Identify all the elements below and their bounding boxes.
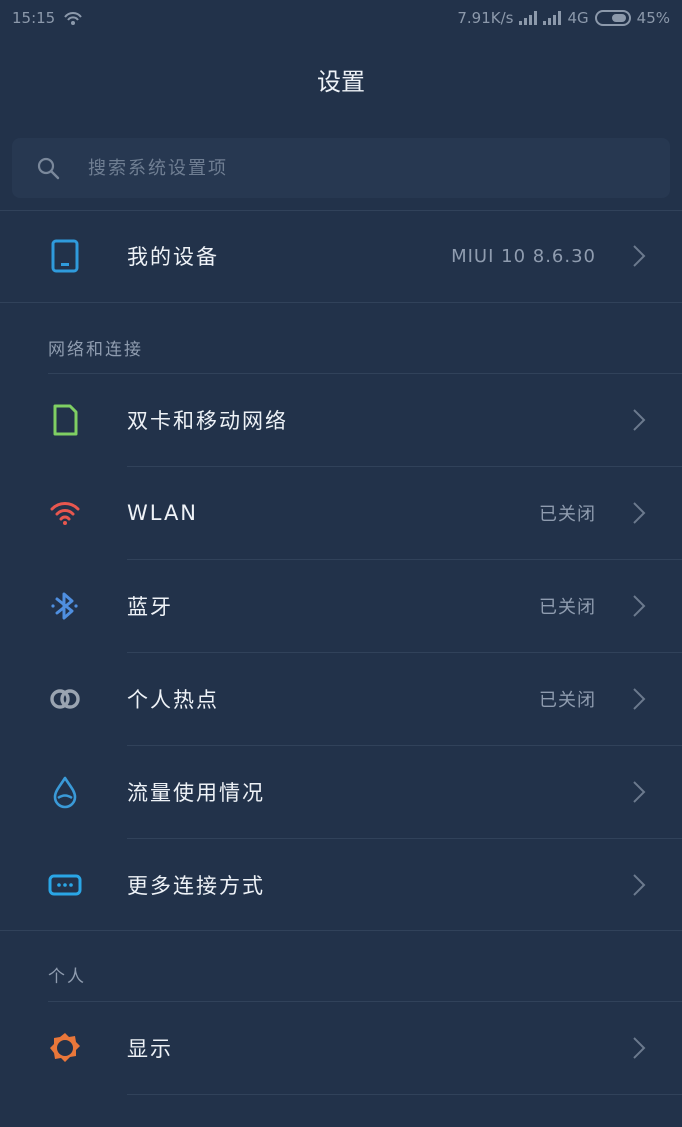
hotspot-label: 个人热点 bbox=[127, 688, 219, 712]
page-title: 设置 bbox=[317, 68, 365, 96]
hotspot-icon bbox=[50, 689, 80, 709]
status-time: 15:15 bbox=[12, 9, 56, 27]
sim-network-row[interactable]: 双卡和移动网络 bbox=[0, 374, 682, 466]
search-input[interactable] bbox=[86, 156, 630, 180]
chevron-right-icon bbox=[633, 1037, 646, 1059]
network-speed: 7.91K/s bbox=[457, 9, 514, 27]
signal-icon bbox=[519, 11, 538, 25]
wifi-icon bbox=[50, 502, 80, 525]
chevron-right-icon bbox=[633, 409, 646, 431]
chevron-right-icon bbox=[633, 245, 646, 267]
more-connections-row[interactable]: 更多连接方式 bbox=[0, 839, 682, 931]
chevron-right-icon bbox=[633, 781, 646, 803]
my-device-row[interactable]: 我的设备 MIUI 10 8.6.30 bbox=[0, 210, 682, 302]
bluetooth-status: 已关闭 bbox=[539, 597, 596, 618]
battery-icon bbox=[594, 10, 631, 26]
hotspot-status: 已关闭 bbox=[539, 690, 596, 711]
data-usage-label: 流量使用情况 bbox=[127, 781, 265, 805]
divider bbox=[0, 302, 682, 303]
search-icon bbox=[37, 157, 60, 180]
section-header-personal: 个人 bbox=[48, 967, 86, 987]
display-brightness-icon bbox=[50, 1033, 80, 1062]
display-row[interactable]: 显示 bbox=[0, 1002, 682, 1094]
sim-card-icon bbox=[53, 404, 78, 436]
bluetooth-row[interactable]: 蓝牙 已关闭 bbox=[0, 560, 682, 652]
network-type: 4G bbox=[567, 9, 589, 27]
bluetooth-icon bbox=[51, 592, 78, 620]
hotspot-row[interactable]: 个人热点 已关闭 bbox=[0, 653, 682, 745]
bluetooth-label: 蓝牙 bbox=[127, 595, 173, 619]
chevron-right-icon bbox=[633, 595, 646, 617]
chevron-right-icon bbox=[633, 502, 646, 524]
chevron-right-icon bbox=[633, 874, 646, 896]
status-bar: 15:15 7.91K/s 4G 45% bbox=[0, 0, 682, 36]
data-usage-row[interactable]: 流量使用情况 bbox=[0, 746, 682, 838]
more-connections-label: 更多连接方式 bbox=[127, 874, 265, 898]
section-header-network: 网络和连接 bbox=[48, 340, 143, 360]
sim-network-label: 双卡和移动网络 bbox=[127, 409, 288, 433]
wlan-status: 已关闭 bbox=[539, 504, 596, 525]
display-label: 显示 bbox=[127, 1037, 173, 1061]
divider bbox=[127, 1094, 682, 1095]
phone-icon bbox=[51, 239, 79, 273]
water-drop-icon bbox=[53, 776, 77, 809]
divider bbox=[0, 930, 682, 931]
my-device-label: 我的设备 bbox=[127, 245, 219, 269]
wlan-row[interactable]: WLAN 已关闭 bbox=[0, 467, 682, 559]
more-connections-icon bbox=[48, 874, 82, 896]
settings-screen: 15:15 7.91K/s 4G 45% 设置 搜索系统设置项 我的设备 MIU… bbox=[0, 0, 682, 1127]
wlan-label: WLAN bbox=[127, 501, 199, 525]
hotspot-status-icon bbox=[64, 12, 83, 25]
battery-level: 45% bbox=[636, 9, 670, 27]
search-bar[interactable] bbox=[12, 138, 670, 198]
chevron-right-icon bbox=[633, 688, 646, 710]
my-device-version: MIUI 10 8.6.30 bbox=[451, 245, 596, 267]
signal-icon-2 bbox=[543, 11, 562, 25]
